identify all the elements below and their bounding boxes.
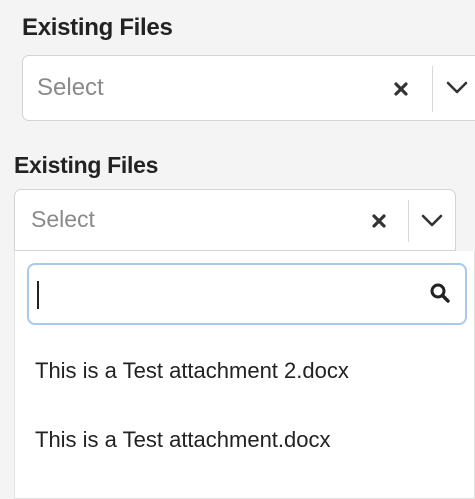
chevron-down-icon[interactable]: [445, 80, 469, 96]
select-placeholder: Select: [37, 74, 104, 101]
existing-files-select[interactable]: Select: [22, 55, 475, 121]
search-icon: [430, 283, 450, 303]
select-placeholder: Select: [31, 206, 95, 232]
option-test-attachment[interactable]: This is a Test attachment.docx: [35, 427, 331, 453]
chevron-down-icon[interactable]: [420, 213, 444, 229]
dropdown-menu: This is a Test attachment 2.docx This is…: [14, 251, 475, 499]
close-icon[interactable]: [371, 213, 387, 229]
select-divider: [432, 66, 433, 112]
existing-files-label: Existing Files: [22, 14, 173, 41]
search-input[interactable]: [27, 263, 467, 325]
existing-files-field-closed: Existing Files Select: [0, 0, 475, 125]
existing-files-label: Existing Files: [14, 152, 159, 178]
close-icon[interactable]: [393, 81, 409, 97]
option-test-attachment-2[interactable]: This is a Test attachment 2.docx: [35, 358, 349, 384]
existing-files-select[interactable]: Select: [14, 189, 456, 251]
select-divider: [408, 200, 409, 242]
text-cursor: [37, 281, 39, 309]
